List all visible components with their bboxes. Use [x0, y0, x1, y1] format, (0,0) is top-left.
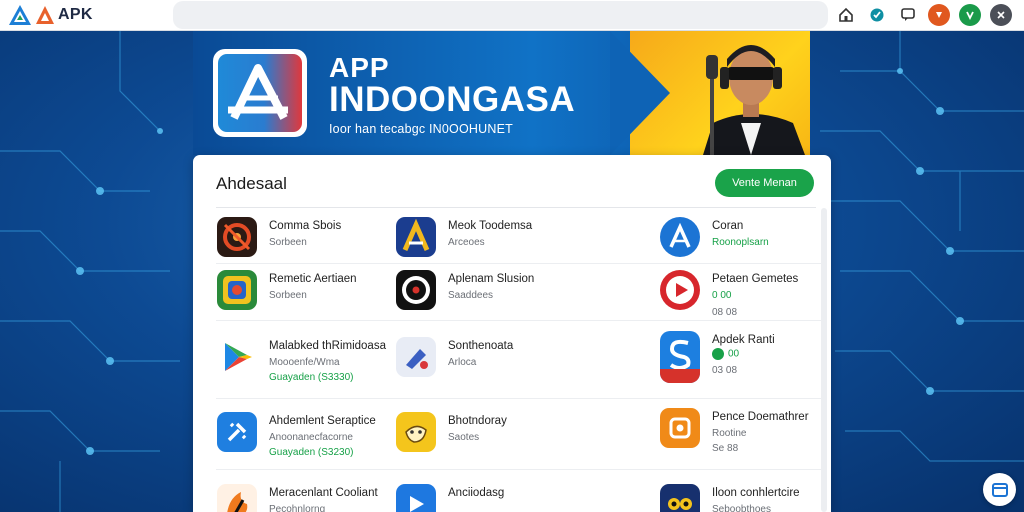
verified-icon[interactable] — [866, 4, 888, 26]
hero-subtitle: Ioor han tecabgc IN0OOHUNET — [329, 122, 513, 136]
chat-icon[interactable] — [897, 4, 919, 26]
user-green-icon[interactable] — [959, 4, 981, 26]
app-name: Ahdemlent Seraptice — [269, 415, 376, 427]
app-meta: Sorbeen — [269, 290, 307, 301]
app-name: Remetic Aertiaen — [269, 273, 357, 285]
app-name: Iloon conhlertcire — [712, 487, 800, 499]
brand[interactable]: APK — [8, 4, 93, 26]
flame-icon — [217, 484, 257, 512]
app-meta: Saaddees — [448, 290, 494, 301]
app-meta: Sorbeen — [269, 237, 307, 248]
app-name: Anciiodasg — [448, 487, 505, 499]
a-logo-icon — [228, 64, 288, 120]
app-meta-secondary: Guayaden (S3330) — [269, 372, 354, 383]
app-name: Coran — [712, 220, 744, 232]
app-meta: Rootine — [712, 428, 747, 439]
scrollbar[interactable] — [821, 208, 827, 512]
app-name: Comma Sbois — [269, 220, 342, 232]
plug-icon — [217, 412, 257, 452]
app-name: Aplenam Slusion — [448, 273, 535, 285]
a-logo-icon — [396, 217, 436, 257]
brand-name: APK — [58, 6, 93, 23]
row-divider — [216, 320, 821, 321]
panel-title: Ahdesaal — [216, 174, 287, 193]
top-bar: APK — [0, 0, 1024, 31]
app-meta: Pecohnlorng — [269, 504, 326, 512]
app-meta: Moooenfe/Wma — [269, 357, 340, 368]
hand-icon — [396, 412, 436, 452]
app-meta-secondary: 03 08 — [712, 365, 738, 376]
app-name: Meok Toodemsa — [448, 220, 533, 232]
home-icon[interactable] — [835, 4, 857, 26]
pen-icon — [396, 484, 436, 512]
app-name: Bhotndoray — [448, 415, 507, 427]
floating-action-button[interactable] — [983, 473, 1016, 506]
search-bar[interactable] — [173, 1, 828, 29]
brand-mark-icon — [36, 6, 54, 24]
play-store-icon — [217, 337, 257, 377]
apps-panel: Ahdesaal Vente Menan Comma Sbois Sorbeen… — [193, 155, 831, 512]
hero-title-line2: INDOONGASA — [329, 80, 576, 119]
app-meta-secondary: Se 88 — [712, 443, 739, 454]
row-divider — [216, 263, 821, 264]
app-meta: Arloca — [448, 357, 477, 368]
row-divider — [216, 398, 821, 399]
game-icon — [217, 270, 257, 310]
app-meta-secondary: Guayaden (S3230) — [269, 447, 354, 458]
app-meta: Seboobthoes — [712, 504, 771, 512]
owl-icon — [660, 484, 700, 512]
s-logo-icon — [660, 331, 700, 383]
app-logo — [213, 49, 307, 137]
hero-arrow-shape — [610, 31, 670, 155]
presenter-image — [703, 45, 805, 155]
panel-action-button[interactable]: Vente Menan — [715, 169, 814, 197]
app-name: Meracenlant Cooliant — [269, 487, 378, 499]
app-meta: Arceoes — [448, 237, 485, 248]
app-name: Petaen Gemetes — [712, 273, 799, 285]
app-name: Malabked thRimidoasa — [269, 340, 386, 352]
app-meta-secondary: 08 08 — [712, 307, 738, 318]
play-icon — [660, 270, 700, 310]
window-icon — [991, 482, 1008, 497]
app-name: Apdek Ranti — [712, 334, 775, 346]
cube-icon — [396, 337, 436, 377]
vinyl-icon — [396, 270, 436, 310]
app-meta: Saotes — [448, 432, 480, 443]
app-name: Sonthenoata — [448, 340, 514, 352]
row-divider — [216, 469, 821, 470]
app-meta: Roonoplsarn — [712, 237, 769, 248]
close-icon[interactable] — [990, 4, 1012, 26]
orange-box-icon — [660, 408, 700, 448]
app-name: Pence Doemathrer — [712, 411, 809, 423]
app-meta: 00 — [712, 348, 739, 360]
user-orange-icon[interactable] — [928, 4, 950, 26]
divider — [216, 207, 816, 208]
hero-banner: APP INDOONGASA Ioor han tecabgc IN0OOHUN… — [193, 31, 810, 155]
app-meta: 0 00 — [712, 290, 732, 301]
target-icon — [217, 217, 257, 257]
top-actions — [835, 4, 1012, 26]
app-meta: Anoonanecfacorne — [269, 432, 353, 443]
brand-logo-icon — [9, 5, 31, 25]
a-circle-icon — [660, 217, 700, 257]
